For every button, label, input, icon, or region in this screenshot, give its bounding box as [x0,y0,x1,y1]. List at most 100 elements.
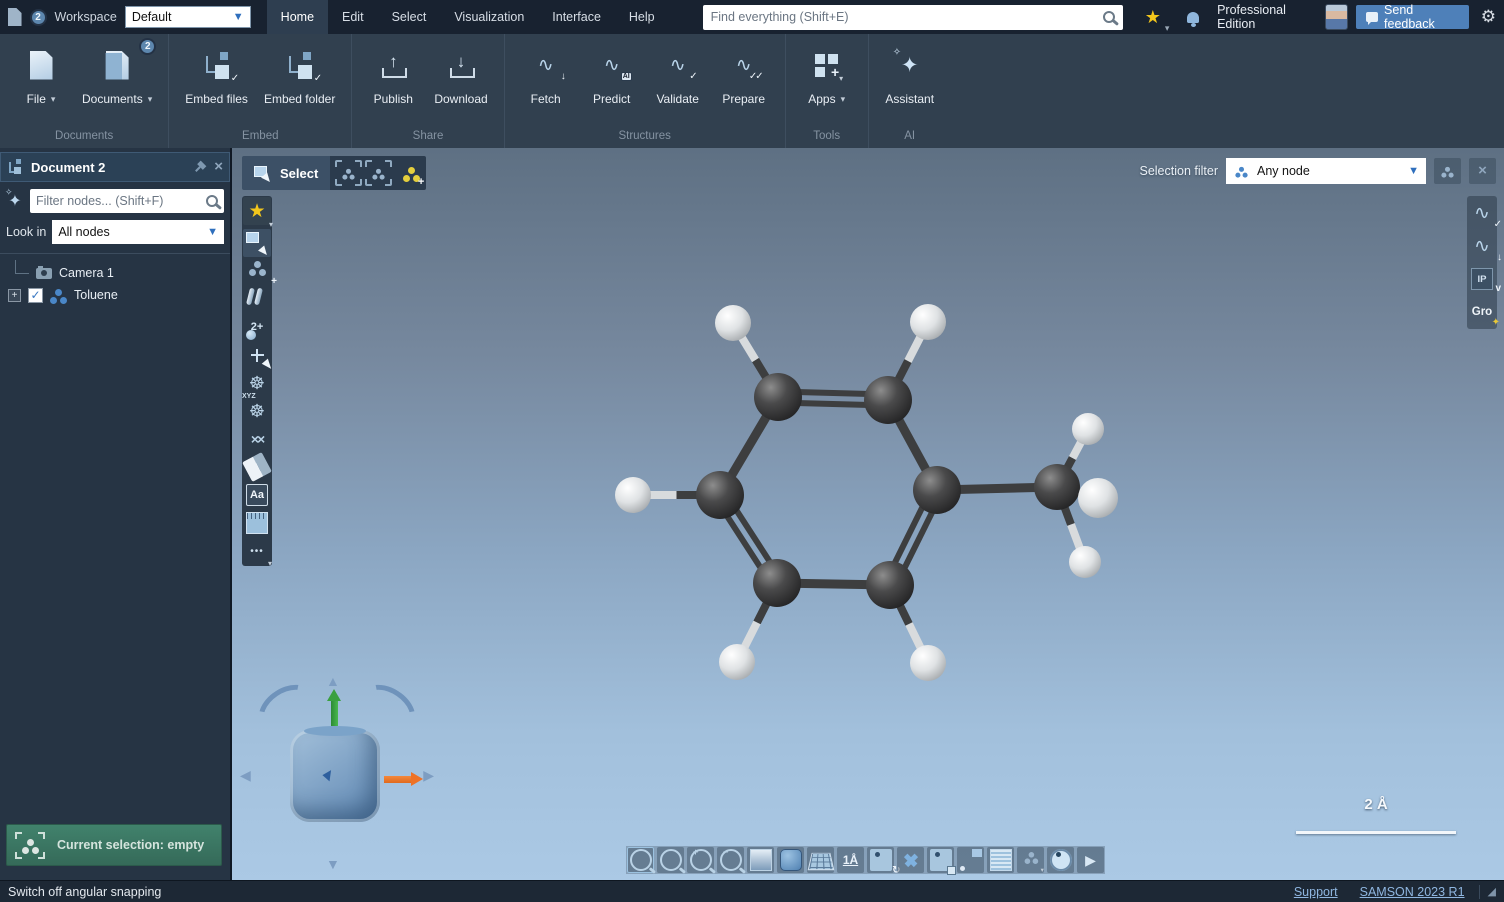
text-label-button[interactable]: Aa [243,481,271,509]
favorites-star-icon[interactable]: ★ [1145,8,1161,26]
carbon-atom[interactable] [696,471,744,519]
hydrogen-atom[interactable] [715,305,751,341]
show-hide-button[interactable] [1047,847,1074,873]
version-link[interactable]: SAMSON 2023 R1 [1360,885,1465,899]
menu-help[interactable]: Help [615,0,669,34]
zoom-in-button[interactable] [687,847,714,873]
validate-button[interactable]: ∿✓Validate [645,40,711,122]
zoom-selection-button[interactable] [657,847,684,873]
publish-button[interactable]: ↑Publish [360,40,426,122]
move-atoms-button[interactable] [243,341,271,369]
navigation-cube[interactable] [290,730,380,822]
support-link[interactable]: Support [1294,885,1338,899]
pin-icon[interactable] [192,159,209,176]
selection-filter-dropdown[interactable]: Any node ▼ [1226,158,1426,184]
carbon-atom[interactable] [864,376,912,424]
download-button[interactable]: ↓Download [426,40,495,122]
unit-scale-button[interactable]: 1Å [837,847,864,873]
pan-down-icon[interactable]: ▼ [326,857,340,871]
ai-sparkle-icon[interactable]: ✦✧ [6,191,24,211]
tree-row-camera[interactable]: Camera 1 [6,262,224,284]
camera-orbit-button[interactable]: ↻ [867,847,894,873]
pan-right-icon[interactable]: ▶ [423,768,434,782]
carbon-atom[interactable] [753,559,801,607]
visibility-options-button[interactable]: ▾ [1017,847,1044,873]
tree-row-toluene[interactable]: + ✓ Toluene [6,284,224,306]
hydrogen-atom[interactable] [615,477,651,513]
carbon-atom[interactable] [866,561,914,609]
presenter-button[interactable] [987,847,1014,873]
grid-button[interactable] [807,847,834,873]
select-visible-button[interactable] [335,160,362,186]
gromacs-wizard-button[interactable]: Gro✦ [1468,297,1496,327]
embed-folder-button[interactable]: ✓Embed folder [256,40,343,122]
send-feedback-button[interactable]: Send feedback [1356,5,1468,29]
settings-gear-icon[interactable]: ⚙ [1481,7,1496,27]
add-atoms-button[interactable]: + [243,257,271,285]
annotation-button[interactable] [957,847,984,873]
set-charge-button[interactable]: 2+ [243,313,271,341]
add-to-selection-button[interactable]: + [397,156,426,190]
edit-bonds-button[interactable] [243,285,271,313]
hydrogen-atom[interactable] [719,644,755,680]
carbon-atom[interactable] [913,466,961,514]
expand-plus-icon[interactable]: + [8,289,21,302]
viewport-3d[interactable]: Select + Selection filter [232,148,1504,880]
center-view-button[interactable] [897,847,924,873]
carbon-atom[interactable] [754,373,802,421]
rotate-xyz-button[interactable]: ☸XYZ [243,397,271,425]
right-axis-arrow[interactable] [384,776,412,783]
documents-button[interactable]: 2▾Documents▾ [74,40,160,122]
menu-home[interactable]: Home [267,0,328,34]
hydrogen-atom[interactable] [910,645,946,681]
file-button[interactable]: ▾File▾ [8,40,74,122]
workspace-dropdown[interactable]: Default ▼ [125,6,251,28]
zoom-fit-button[interactable] [627,847,654,873]
up-axis-arrow[interactable] [331,700,338,726]
embed-files-button[interactable]: ✓Embed files [177,40,256,122]
close-icon[interactable]: × [214,161,223,173]
validate-structure-button[interactable]: ∿✓ [1468,198,1496,228]
pan-left-icon[interactable]: ◀ [240,768,251,782]
menu-visualization[interactable]: Visualization [440,0,538,34]
fetch-structure-button[interactable]: ∿↓ [1468,231,1496,261]
select-rectangle-button[interactable] [243,229,271,257]
notifications-bell-icon[interactable] [1187,12,1199,23]
ip-tool-button[interactable]: IPv [1468,264,1496,294]
more-tools-button[interactable]: •••▾ [243,537,271,565]
measure-button[interactable] [243,509,271,537]
snapshot-button[interactable] [927,847,954,873]
documents-icon[interactable] [8,8,22,26]
erase-button[interactable] [243,453,271,481]
menu-edit[interactable]: Edit [328,0,378,34]
menu-interface[interactable]: Interface [538,0,615,34]
prepare-button[interactable]: ∿✓✓Prepare [711,40,777,122]
filter-nodes-input[interactable]: Filter nodes... (Shift+F) [30,189,224,213]
resize-grip[interactable]: ◢ [1488,885,1496,898]
hydrogen-atom[interactable] [1069,546,1101,578]
hydrogen-atom[interactable] [1072,413,1104,445]
look-in-dropdown[interactable]: All nodes ▼ [52,220,224,244]
zoom-out-button[interactable] [717,847,744,873]
assistant-button[interactable]: ✦✧Assistant [877,40,943,122]
favorites-button[interactable]: ★▾ [243,197,271,225]
navigation-gizmo[interactable]: ▲ ▼ ◀ ▶ [242,678,432,873]
hydrogen-atom[interactable] [1078,478,1118,518]
user-avatar[interactable] [1325,4,1349,30]
fetch-button[interactable]: ∿↓Fetch [513,40,579,122]
carbon-atom[interactable] [1034,464,1080,510]
hydrogen-atom[interactable] [910,304,946,340]
favorites-caret-icon[interactable]: ▾ [1165,23,1170,34]
background-button[interactable] [747,847,774,873]
select-filtered-button[interactable] [1434,158,1461,184]
select-hidden-button[interactable] [365,160,392,186]
play-button[interactable]: ▶ [1077,847,1104,873]
search-input[interactable]: Find everything (Shift+E) [703,5,1123,30]
visibility-checkbox[interactable]: ✓ [28,288,43,303]
predict-button[interactable]: ∿AIPredict [579,40,645,122]
menu-select[interactable]: Select [378,0,441,34]
twist-button[interactable]: ×× [243,425,271,453]
apps-button[interactable]: ▾Apps▾ [794,40,860,122]
clear-selection-button[interactable]: × [1469,158,1496,184]
navigation-cube-button[interactable] [777,847,804,873]
